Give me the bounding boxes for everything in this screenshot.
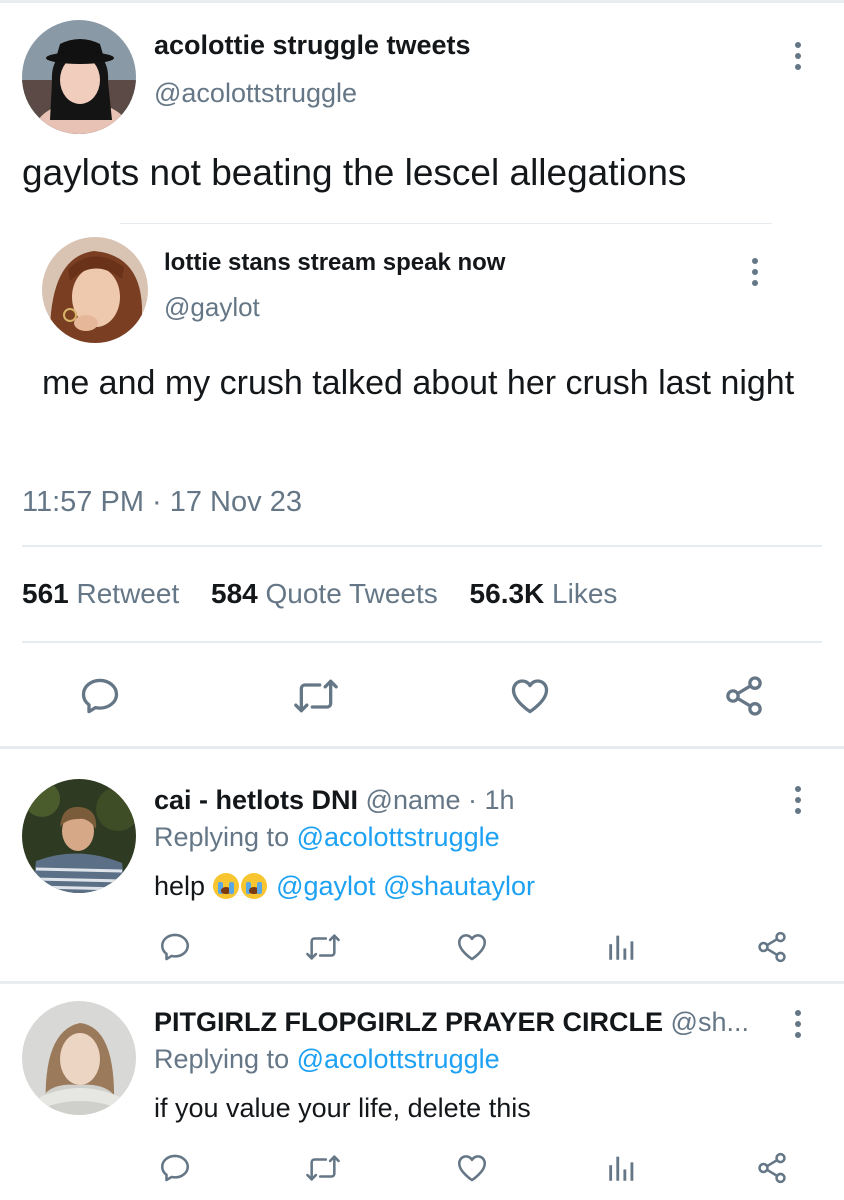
comment-bubble-icon — [160, 1154, 190, 1182]
reply-1-text-body: help — [154, 871, 206, 901]
share-icon — [726, 676, 762, 716]
reply-1-mention-shautaylor[interactable]: @shautaylor — [383, 871, 535, 901]
reply-2-retweet-button[interactable] — [304, 1151, 342, 1185]
comment-bubble-icon — [81, 678, 119, 714]
reply-1-retweet-button[interactable] — [304, 930, 342, 964]
main-author-handle[interactable]: @acolottstruggle — [154, 78, 357, 109]
top-divider — [0, 0, 844, 3]
quote-tweet-stat[interactable]: 584 Quote Tweets — [211, 578, 438, 609]
engagement-stats: 561 Retweet 584 Quote Tweets 56.3K Likes — [22, 578, 641, 610]
main-retweet-button[interactable] — [292, 674, 340, 718]
comment-bubble-icon — [160, 933, 190, 961]
reply-2-more-icon[interactable] — [794, 1010, 802, 1046]
retweet-label: Retweet — [76, 578, 180, 609]
reply-2-replying-handle[interactable]: @acolottstruggle — [297, 1044, 500, 1074]
timestamp-divider — [22, 545, 822, 547]
quote-top-divider — [120, 223, 772, 224]
likes-count: 56.3K — [469, 578, 545, 609]
quoted-author-name[interactable]: lottie stans stream speak now — [164, 249, 505, 277]
quoted-tweet-more-icon[interactable] — [751, 258, 759, 294]
reply-1-text: help @gaylot @shautaylor — [154, 871, 535, 902]
retweet-icon — [306, 1155, 340, 1181]
reply-1-replying-prefix: Replying to — [154, 822, 290, 852]
retweet-icon — [294, 679, 338, 713]
reply-2-author-name[interactable]: PITGIRLZ FLOPGIRLZ PRAYER CIRCLE — [154, 1007, 663, 1037]
reply-2-analytics-button[interactable] — [605, 1151, 639, 1185]
tweet-timestamp[interactable]: 11:57 PM · 17 Nov 23 — [22, 486, 302, 519]
reply-2-like-button[interactable] — [455, 1151, 489, 1185]
analytics-bars-icon — [609, 1156, 634, 1181]
reply-1-mention-gaylot[interactable]: @gaylot — [276, 871, 375, 901]
reply-2-text: if you value your life, delete this — [154, 1093, 531, 1123]
reply-1-share-button[interactable] — [755, 930, 789, 964]
share-icon — [758, 931, 786, 963]
main-author-avatar[interactable] — [22, 20, 136, 134]
reply-2-replying-prefix: Replying to — [154, 1044, 290, 1074]
reply-2-replying-to: Replying to @acolottstruggle — [154, 1044, 500, 1075]
reply-1-reply-button[interactable] — [158, 930, 192, 964]
main-tweet-text: gaylots not beating the lescel allegatio… — [22, 152, 687, 193]
heart-icon — [457, 1155, 487, 1182]
reply-2-reply-button[interactable] — [158, 1151, 192, 1185]
reply-1-avatar[interactable] — [22, 779, 136, 893]
reply-1-author-name[interactable]: cai - hetlots DNI — [154, 785, 358, 815]
loudly-crying-face-icon — [212, 873, 239, 899]
retweet-count: 561 — [22, 578, 69, 609]
quoted-tweet-text: me and my crush talked about her crush l… — [42, 364, 795, 402]
retweet-icon — [306, 934, 340, 960]
heart-icon — [457, 934, 487, 961]
reply-2-header: PITGIRLZ FLOPGIRLZ PRAYER CIRCLE @sh... — [154, 1007, 749, 1038]
quote-tweet-label: Quote Tweets — [265, 578, 438, 609]
main-like-button[interactable] — [508, 674, 552, 718]
likes-stat[interactable]: 56.3K Likes — [470, 578, 618, 609]
main-tweet-separator — [0, 746, 844, 749]
main-tweet-more-icon[interactable] — [794, 42, 802, 78]
reply-1-separator — [0, 981, 844, 984]
stats-divider — [22, 641, 822, 643]
reply-1-more-icon[interactable] — [794, 786, 802, 822]
reply-1-like-button[interactable] — [455, 930, 489, 964]
quote-tweet-count: 584 — [211, 578, 258, 609]
quoted-author-avatar[interactable] — [42, 237, 148, 343]
likes-label: Likes — [552, 578, 618, 609]
reply-2-avatar[interactable] — [22, 1001, 136, 1115]
main-author-name[interactable]: acolottie struggle tweets — [154, 30, 471, 61]
reply-2-share-button[interactable] — [755, 1151, 789, 1185]
share-icon — [758, 1152, 786, 1184]
reply-1-analytics-button[interactable] — [605, 930, 639, 964]
reply-1-replying-to: Replying to @acolottstruggle — [154, 822, 500, 853]
reply-1-handle-time[interactable]: @name · 1h — [366, 785, 515, 815]
quoted-author-handle[interactable]: @gaylot — [164, 292, 260, 323]
analytics-bars-icon — [609, 935, 634, 960]
retweet-stat[interactable]: 561 Retweet — [22, 578, 179, 609]
loudly-crying-face-icon — [240, 873, 267, 899]
main-reply-button[interactable] — [78, 674, 122, 718]
heart-icon — [511, 679, 549, 714]
main-share-button[interactable] — [722, 674, 766, 718]
reply-2-handle[interactable]: @sh... — [671, 1007, 749, 1037]
reply-1-replying-handle[interactable]: @acolottstruggle — [297, 822, 500, 852]
reply-1-header: cai - hetlots DNI @name · 1h — [154, 785, 515, 816]
